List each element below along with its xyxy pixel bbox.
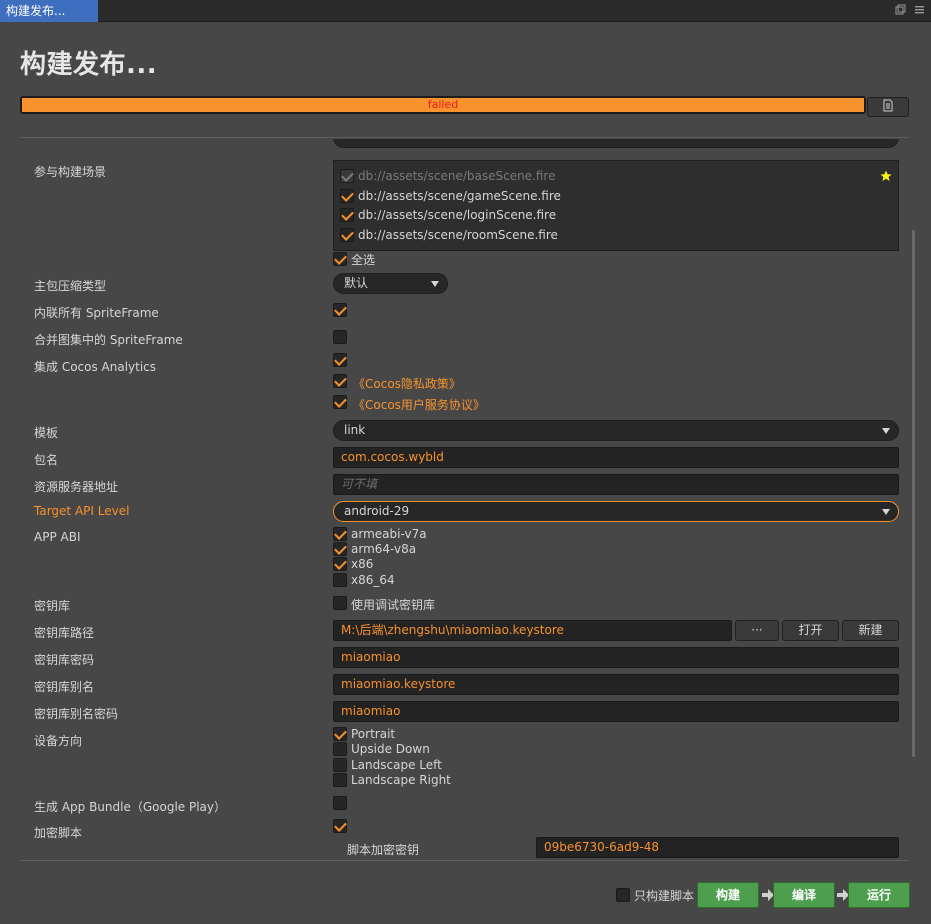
- keystore-alias-input[interactable]: miaomiao.keystore: [333, 674, 899, 695]
- keystore-password-input[interactable]: miaomiao: [333, 647, 899, 668]
- template-select[interactable]: link: [333, 420, 899, 441]
- abi-option: x86_64: [351, 573, 395, 587]
- alias-password-label: 密钥库别名密码: [34, 707, 119, 721]
- select-all-label: 全选: [351, 253, 376, 267]
- progress-bar: failed: [20, 96, 866, 114]
- keystore-path-label: 密钥库路径: [34, 626, 95, 640]
- debug-keystore-checkbox[interactable]: [333, 596, 347, 610]
- compress-value: 默认: [344, 276, 369, 290]
- scene-item: db://assets/scene/baseScene.fire: [358, 169, 556, 183]
- abi-label: APP ABI: [34, 530, 81, 544]
- footer-divider: [20, 860, 909, 861]
- tab-bar: 构建发布...: [0, 0, 931, 22]
- scrollbar[interactable]: [912, 230, 915, 757]
- clipped-select[interactable]: [333, 139, 899, 148]
- chevron-down-icon: [882, 428, 890, 434]
- encrypt-checkbox[interactable]: [333, 819, 347, 833]
- scene-item: db://assets/scene/roomScene.fire: [358, 228, 558, 242]
- api-level-label: Target API Level: [34, 504, 130, 518]
- privacy-link[interactable]: 《Cocos隐私政策》: [353, 375, 461, 392]
- open-log-button[interactable]: [867, 97, 909, 117]
- orientation-checkbox-portrait[interactable]: [333, 727, 347, 741]
- encrypt-key-label: 脚本加密密钥: [347, 843, 420, 857]
- abi-checkbox-x86-64[interactable]: [333, 573, 347, 587]
- scene-item: db://assets/scene/loginScene.fire: [358, 208, 557, 222]
- merge-sprite-label: 合并图集中的 SpriteFrame: [34, 333, 183, 347]
- orientation-checkbox-landscape-right[interactable]: [333, 773, 347, 787]
- abi-checkbox-armeabi[interactable]: [333, 527, 347, 541]
- resource-server-label: 资源服务器地址: [34, 480, 119, 494]
- open-button[interactable]: 打开: [782, 620, 839, 641]
- orientation-option: Portrait: [351, 727, 396, 741]
- service-link[interactable]: 《Cocos用户服务协议》: [353, 396, 485, 413]
- keystore-password-label: 密钥库密码: [34, 653, 95, 667]
- orientation-option: Upside Down: [351, 742, 430, 756]
- privacy-checkbox[interactable]: [333, 374, 347, 388]
- scene-checkbox[interactable]: [340, 208, 354, 222]
- debug-keystore-label: 使用调试密钥库: [351, 598, 436, 612]
- orientation-option: Landscape Right: [351, 773, 451, 787]
- compress-label: 主包压缩类型: [34, 279, 107, 293]
- menu-icon[interactable]: [914, 4, 925, 15]
- scene-checkbox: [340, 169, 354, 183]
- compress-select[interactable]: 默认: [333, 273, 448, 294]
- orientation-checkbox-landscape-left[interactable]: [333, 758, 347, 772]
- template-label: 模板: [34, 426, 59, 440]
- new-button[interactable]: 新建: [842, 620, 899, 641]
- build-button[interactable]: 构建: [697, 882, 759, 908]
- abi-option: armeabi-v7a: [351, 527, 427, 541]
- keystore-path-input[interactable]: M:\后端\zhengshu\miaomiao.keystore: [333, 620, 732, 641]
- abi-checkbox-x86[interactable]: [333, 557, 347, 571]
- alias-password-input[interactable]: miaomiao: [333, 701, 899, 722]
- abi-option: x86: [351, 557, 374, 571]
- keystore-label: 密钥库: [34, 599, 71, 613]
- template-value: link: [344, 423, 366, 437]
- orientation-checkbox-upside-down[interactable]: [333, 742, 347, 756]
- inline-sprite-checkbox[interactable]: [333, 303, 347, 317]
- chevron-down-icon: [431, 281, 439, 287]
- package-name-label: 包名: [34, 453, 59, 467]
- progress-status: failed: [427, 98, 459, 111]
- scenes-label: 参与构建场景: [34, 165, 107, 179]
- api-level-value: android-29: [344, 504, 410, 518]
- app-bundle-checkbox[interactable]: [333, 796, 347, 810]
- analytics-checkbox[interactable]: [333, 353, 347, 367]
- merge-sprite-checkbox[interactable]: [333, 330, 347, 344]
- script-only-label: 只构建脚本: [634, 889, 695, 903]
- chevron-down-icon: [882, 509, 890, 515]
- popout-icon[interactable]: [895, 4, 906, 15]
- orientation-option: Landscape Left: [351, 758, 442, 772]
- scene-checkbox[interactable]: [340, 228, 354, 242]
- tab-build[interactable]: 构建发布...: [0, 0, 98, 22]
- page-title: 构建发布...: [20, 50, 158, 80]
- run-button[interactable]: 运行: [848, 882, 910, 908]
- analytics-label: 集成 Cocos Analytics: [34, 360, 157, 374]
- keystore-alias-label: 密钥库别名: [34, 680, 95, 694]
- abi-checkbox-arm64[interactable]: [333, 542, 347, 556]
- abi-option: arm64-v8a: [351, 542, 417, 556]
- scene-checkbox[interactable]: [340, 189, 354, 203]
- compile-button[interactable]: 编译: [773, 882, 835, 908]
- star-icon: [880, 170, 892, 185]
- inline-sprite-label: 内联所有 SpriteFrame: [34, 306, 159, 320]
- document-icon: [882, 99, 894, 115]
- resource-server-input[interactable]: 可不填: [333, 474, 899, 495]
- encrypt-key-input[interactable]: 09be6730-6ad9-48: [536, 837, 899, 858]
- scene-item: db://assets/scene/gameScene.fire: [358, 189, 561, 203]
- top-divider: [20, 137, 909, 138]
- app-bundle-label: 生成 App Bundle（Google Play）: [34, 800, 227, 814]
- encrypt-label: 加密脚本: [34, 826, 83, 840]
- browse-button[interactable]: ···: [735, 620, 779, 641]
- package-name-input[interactable]: com.cocos.wybld: [333, 447, 899, 468]
- scene-list: db://assets/scene/baseScene.fire db://as…: [333, 160, 899, 251]
- settings-panel: 参与构建场景 db://assets/scene/baseScene.fire …: [20, 139, 912, 859]
- select-all-checkbox[interactable]: [333, 252, 347, 266]
- orientation-label: 设备方向: [34, 734, 83, 748]
- script-only-checkbox[interactable]: [616, 888, 630, 902]
- service-checkbox[interactable]: [333, 395, 347, 409]
- api-level-select[interactable]: android-29: [333, 501, 899, 522]
